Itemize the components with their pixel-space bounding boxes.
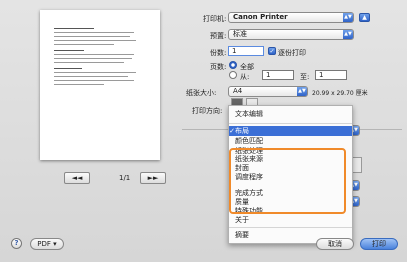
page-preview: [40, 10, 160, 160]
printer-value: Canon Printer: [233, 13, 288, 21]
menu-item-label: 布局: [235, 127, 249, 135]
pages-from-radio[interactable]: [229, 71, 237, 79]
first-page-button[interactable]: ◄◄: [64, 172, 90, 184]
background-control: [352, 157, 362, 173]
preview-text-line: [54, 68, 82, 69]
cancel-button[interactable]: 取消: [316, 238, 354, 250]
pdf-button[interactable]: PDF ▾: [30, 238, 64, 250]
copies-input[interactable]: 1: [228, 46, 264, 56]
print-dialog: ◄◄ 1/1 ►► 打印机: Canon Printer ▲▼ ▲ 预置: 标准…: [0, 0, 407, 262]
collate-checkbox[interactable]: ✓: [268, 47, 276, 55]
preview-text-line: [54, 44, 114, 45]
disclosure-button[interactable]: ▲: [359, 13, 370, 22]
pages-all-label: 全部: [240, 63, 254, 71]
preview-text-line: [54, 50, 84, 51]
copies-label: 份数:: [210, 49, 227, 57]
preview-text-line: [54, 58, 132, 59]
orientation-label: 打印方向:: [192, 107, 223, 115]
collate-label: 逐份打印: [278, 49, 306, 57]
preview-text-line: [54, 28, 94, 29]
pages-to-input[interactable]: 1: [315, 70, 347, 80]
printer-label: 打印机:: [203, 15, 227, 23]
menu-separator: [229, 123, 352, 124]
presets-popup[interactable]: 标准 ▲▼: [228, 29, 354, 40]
preview-text-line: [54, 76, 128, 77]
paper-size-popup[interactable]: A4 ▲▼: [228, 86, 308, 97]
preview-text-line: [54, 72, 136, 73]
preview-text-line: [54, 84, 104, 85]
popup-arrows-icon: ▲▼: [343, 13, 353, 22]
help-button[interactable]: ?: [11, 238, 22, 249]
preview-text-line: [54, 54, 134, 55]
popup-arrows-icon: ▲▼: [297, 87, 307, 96]
pages-all-radio[interactable]: [229, 61, 237, 69]
menu-item-color-matching[interactable]: 颜色匹配: [229, 136, 352, 146]
menu-item-about[interactable]: 关于: [229, 215, 352, 225]
menu-item-text-edit[interactable]: 文本编辑: [229, 109, 352, 119]
presets-value: 标准: [233, 30, 247, 38]
pages-to-label: 至:: [300, 73, 310, 81]
presets-label: 预置:: [210, 32, 227, 40]
popup-arrows-icon: ▲▼: [343, 30, 353, 39]
preview-text-line: [54, 62, 124, 63]
highlight-frame: [229, 148, 346, 214]
page-indicator: 1/1: [119, 174, 131, 182]
paper-dimensions: 20.99 x 29.70 厘米: [312, 90, 368, 97]
menu-item-layout[interactable]: ✓布局: [229, 126, 352, 136]
printer-popup[interactable]: Canon Printer ▲▼: [228, 12, 354, 23]
print-button[interactable]: 打印: [360, 238, 398, 250]
preview-text-line: [54, 36, 130, 37]
menu-separator: [229, 227, 352, 228]
pages-label: 页数:: [210, 63, 227, 71]
pages-from-label: 从:: [240, 73, 250, 81]
pages-from-input[interactable]: 1: [262, 70, 294, 80]
preview-text-line: [54, 32, 134, 33]
preview-text-line: [54, 80, 134, 81]
paper-size-label: 纸张大小:: [186, 89, 217, 97]
paper-size-value: A4: [233, 87, 243, 95]
preview-text-line: [54, 40, 136, 41]
last-page-button[interactable]: ►►: [140, 172, 166, 184]
